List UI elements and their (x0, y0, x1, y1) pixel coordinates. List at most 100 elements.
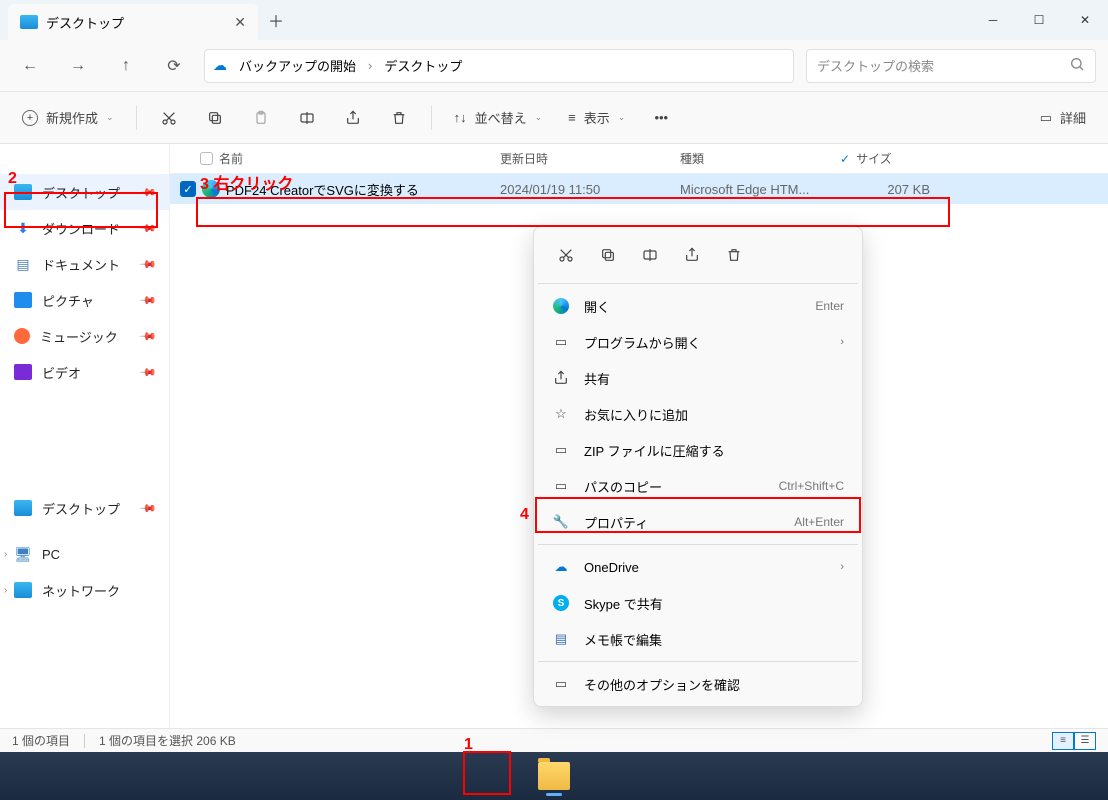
statusbar: 1 個の項目 1 個の項目を選択 206 KB ≡ ☰ (0, 728, 1108, 752)
file-row[interactable]: ✓ PDF24 CreatorでSVGに変換する 2024/01/19 11:5… (170, 174, 1108, 204)
chevron-right-icon: › (840, 561, 844, 573)
search-placeholder: デスクトップの検索 (817, 56, 934, 75)
onedrive-icon: ☁ (552, 559, 570, 575)
new-tab-button[interactable]: ＋ (258, 0, 294, 40)
explorer-icon (538, 762, 570, 790)
ctx-open-with[interactable]: ▭ プログラムから開く › (538, 324, 858, 360)
column-name[interactable]: 名前 (200, 150, 500, 167)
up-button[interactable]: ↑ (108, 48, 144, 84)
pin-icon[interactable]: 📌 (139, 255, 158, 274)
wrench-icon: 🔧 (552, 514, 570, 530)
navbar: ← → ↑ ⟳ ☁ バックアップの開始 › デスクトップ デスクトップの検索 (0, 40, 1108, 92)
sidebar-item-network[interactable]: › ネットワーク (0, 572, 169, 608)
ctx-open[interactable]: 開く Enter (538, 288, 858, 324)
sidebar-item-music[interactable]: ミュージック 📌 (0, 318, 169, 354)
ctx-delete-button[interactable] (714, 237, 754, 273)
music-icon (14, 328, 30, 344)
paste-button[interactable] (241, 100, 281, 136)
skype-icon: S (552, 595, 570, 611)
picture-icon (14, 292, 32, 308)
download-icon: ⬇ (14, 220, 32, 236)
close-button[interactable]: ✕ (1062, 0, 1108, 40)
refresh-button[interactable]: ⟳ (156, 48, 192, 84)
sidebar-item-videos[interactable]: ビデオ 📌 (0, 354, 169, 390)
rename-button[interactable] (287, 100, 327, 136)
open-with-icon: ▭ (552, 334, 570, 350)
column-headers: 名前 更新日時 種類 ✓サイズ (170, 144, 1108, 174)
explorer-taskbar-button[interactable] (538, 762, 570, 790)
details-button[interactable]: ▭ 詳細 (1030, 100, 1096, 136)
pin-icon[interactable]: 📌 (139, 219, 158, 238)
sidebar-item-pc[interactable]: › 🖥 PC (0, 536, 169, 572)
network-icon (14, 582, 32, 598)
ctx-copy-button[interactable] (588, 237, 628, 273)
grid-view-button[interactable]: ≡ (1052, 732, 1074, 750)
tab-desktop[interactable]: デスクトップ ✕ (8, 4, 258, 40)
ctx-rename-button[interactable] (630, 237, 670, 273)
pin-icon[interactable]: 📌 (139, 499, 158, 518)
checkbox-checked-icon[interactable]: ✓ (180, 181, 196, 197)
sidebar-item-downloads[interactable]: ⬇ ダウンロード 📌 (0, 210, 169, 246)
column-type[interactable]: 種類 (680, 150, 840, 167)
chevron-right-icon: › (840, 336, 844, 348)
selection-info: 1 個の項目を選択 206 KB (99, 732, 236, 749)
new-button[interactable]: + 新規作成 ⌄ (12, 100, 124, 136)
breadcrumb-location[interactable]: デスクトップ (384, 56, 462, 75)
ctx-cut-button[interactable] (546, 237, 586, 273)
ctx-zip[interactable]: ▭ ZIP ファイルに圧縮する (538, 432, 858, 468)
ctx-skype[interactable]: S Skype で共有 (538, 585, 858, 621)
sidebar: デスクトップ 📌 ⬇ ダウンロード 📌 ▤ ドキュメント 📌 ピクチャ 📌 ミュ… (0, 144, 170, 728)
document-icon: ▤ (14, 256, 32, 272)
ctx-notepad[interactable]: ▤ メモ帳で編集 (538, 621, 858, 657)
cut-button[interactable] (149, 100, 189, 136)
ctx-more-options[interactable]: ▭ その他のオプションを確認 (538, 666, 858, 702)
ctx-properties[interactable]: 🔧 プロパティ Alt+Enter (538, 504, 858, 540)
separator (538, 283, 858, 284)
search-input[interactable]: デスクトップの検索 (806, 49, 1096, 83)
chevron-right-icon: › (368, 58, 372, 73)
ctx-share[interactable]: 共有 (538, 360, 858, 396)
sort-button[interactable]: ↑↓ 並べ替え ⌄ (444, 100, 553, 136)
window-controls: ─ ☐ ✕ (970, 0, 1108, 40)
maximize-button[interactable]: ☐ (1016, 0, 1062, 40)
ctx-favorite[interactable]: ☆ お気に入りに追加 (538, 396, 858, 432)
forward-button[interactable]: → (60, 48, 96, 84)
video-icon (14, 364, 32, 380)
back-button[interactable]: ← (12, 48, 48, 84)
chevron-right-icon[interactable]: › (4, 585, 7, 596)
file-size: 207 KB (850, 182, 930, 197)
edge-icon (552, 298, 570, 314)
chevron-right-icon[interactable]: › (4, 549, 7, 560)
view-button[interactable]: ≡ 表示 ⌄ (558, 100, 635, 136)
edge-icon (202, 180, 220, 198)
column-date[interactable]: 更新日時 (500, 150, 680, 167)
minimize-button[interactable]: ─ (970, 0, 1016, 40)
file-type: Microsoft Edge HTM... (680, 182, 850, 197)
share-button[interactable] (333, 100, 373, 136)
pin-icon[interactable]: 📌 (139, 327, 158, 346)
chevron-down-icon: ⌄ (618, 112, 626, 123)
sidebar-item-documents[interactable]: ▤ ドキュメント 📌 (0, 246, 169, 282)
separator (538, 544, 858, 545)
share-icon (552, 370, 570, 386)
pin-icon[interactable]: 📌 (139, 291, 158, 310)
cloud-icon: ☁ (213, 57, 227, 74)
column-size[interactable]: ✓サイズ (840, 150, 930, 167)
sidebar-item-pictures[interactable]: ピクチャ 📌 (0, 282, 169, 318)
copy-path-icon: ▭ (552, 478, 570, 494)
copy-button[interactable] (195, 100, 235, 136)
pin-icon[interactable]: 📌 (139, 363, 158, 382)
breadcrumb[interactable]: ☁ バックアップの開始 › デスクトップ (204, 49, 794, 83)
close-tab-icon[interactable]: ✕ (234, 14, 246, 31)
sidebar-item-desktop[interactable]: デスクトップ 📌 (0, 174, 169, 210)
sort-icon: ↑↓ (454, 110, 467, 125)
more-button[interactable]: ••• (641, 100, 681, 136)
ctx-onedrive[interactable]: ☁ OneDrive › (538, 549, 858, 585)
ctx-share-button[interactable] (672, 237, 712, 273)
ctx-copy-path[interactable]: ▭ パスのコピー Ctrl+Shift+C (538, 468, 858, 504)
delete-button[interactable] (379, 100, 419, 136)
breadcrumb-backup[interactable]: バックアップの開始 (239, 56, 356, 75)
pin-icon[interactable]: 📌 (139, 183, 158, 202)
details-view-button[interactable]: ☰ (1074, 732, 1096, 750)
sidebar-item-desktop2[interactable]: デスクトップ 📌 (0, 490, 169, 526)
